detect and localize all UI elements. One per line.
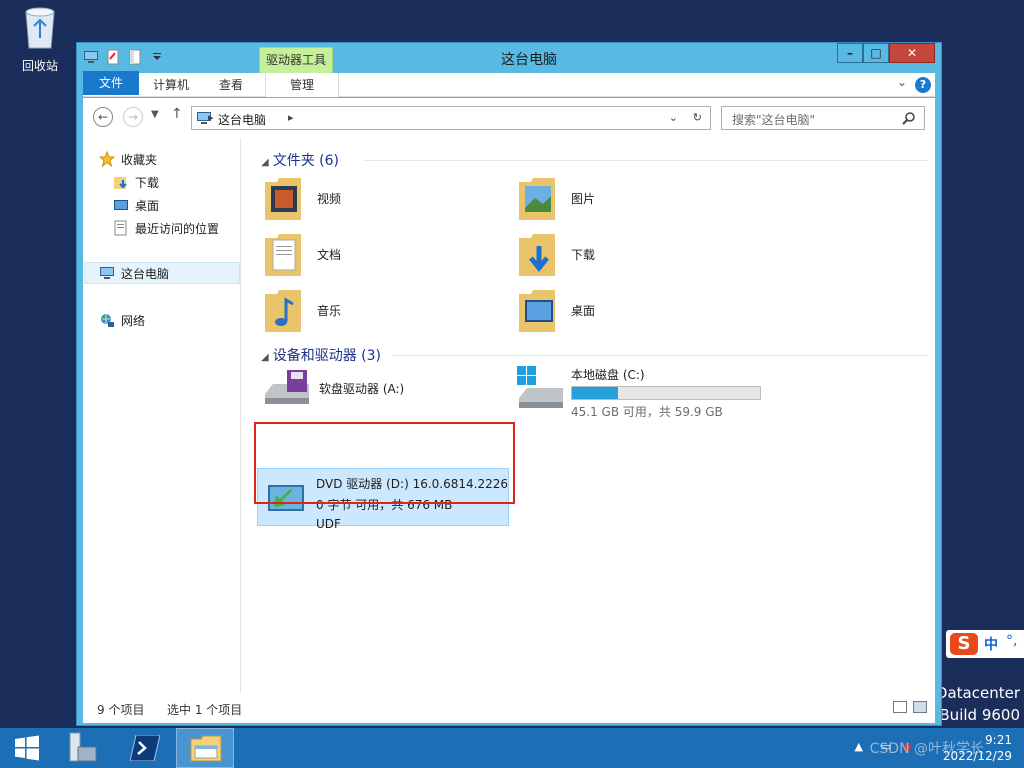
group-header-devices[interactable]: ◢ 设备和驱动器 (3) (261, 345, 381, 365)
folder-videos[interactable]: 视频 (263, 172, 341, 224)
start-button[interactable] (0, 728, 56, 768)
build-text: Build 9600 (939, 706, 1020, 724)
windows-logo-icon (15, 735, 39, 761)
close-button[interactable]: ✕ (889, 43, 935, 63)
breadcrumb-chevron-icon[interactable]: ▸ (208, 111, 214, 124)
floppy-drive-icon (265, 370, 309, 404)
recent-places-icon (114, 220, 127, 236)
explorer-window: 驱动器工具 这台电脑 – □ ✕ 文件 计算机 查看 管理 ⌄ ? ← → ▼ … (76, 42, 942, 726)
taskbar: ▲ ▭ ◉ 9:21 2022/12/29 CSDN @叶秋学长 (0, 728, 1024, 768)
search-placeholder: 搜索"这台电脑" (732, 113, 816, 127)
folder-music[interactable]: 音乐 (263, 284, 341, 336)
taskbar-powershell[interactable] (120, 728, 176, 768)
window-title: 这台电脑 (501, 52, 557, 68)
sidebar-item-this-pc[interactable]: 这台电脑 (84, 262, 240, 284)
disk-usage-fill (572, 387, 619, 399)
downloads-folder-icon (519, 234, 555, 276)
recycle-bin-label: 回收站 (21, 59, 58, 73)
system-info: Datacenter Build 9600 (936, 682, 1020, 726)
recycle-bin[interactable]: 回收站 (12, 6, 68, 74)
csdn-watermark: CSDN @叶秋学长 (869, 741, 984, 757)
videos-folder-icon (265, 178, 301, 220)
downloads-folder-icon (114, 177, 127, 189)
star-icon (99, 151, 115, 167)
large-icons-view-icon[interactable] (913, 701, 927, 713)
ime-toolbar[interactable]: S 中 °, (946, 630, 1024, 658)
address-bar[interactable]: ▸ 这台电脑 ▸ ⌄ ↻ (191, 106, 711, 130)
sidebar-item-desktop[interactable]: 桌面 (113, 194, 159, 216)
documents-folder-icon (265, 234, 301, 276)
expand-ribbon-icon[interactable]: ⌄ (897, 75, 907, 89)
item-count: 9 个项目 (97, 703, 145, 717)
minimize-button[interactable]: – (837, 43, 863, 63)
local-disk-icon (517, 366, 563, 408)
sidebar-item-downloads[interactable]: 下载 (113, 171, 159, 193)
disk-usage-bar (571, 386, 761, 400)
maximize-button[interactable]: □ (863, 43, 889, 63)
content-pane: ◢ 文件夹 (6) 视频 图片 文档 下载 音乐 桌面 ◢ 设备和驱动器 (3)… (243, 138, 935, 693)
status-bar: 9 个项目 选中 1 个项目 (83, 693, 935, 723)
powershell-icon (130, 735, 160, 761)
title-bar[interactable]: 驱动器工具 这台电脑 – □ ✕ (77, 43, 941, 73)
ime-punctuation[interactable]: °, (1006, 633, 1017, 649)
drive-floppy[interactable]: 软盘驱动器 (A:) (263, 368, 404, 408)
search-icon[interactable] (902, 111, 916, 125)
tab-view[interactable]: 查看 (209, 73, 253, 97)
sidebar-item-favorites[interactable]: 收藏夹 (99, 148, 157, 170)
up-button[interactable]: ↑ (171, 106, 183, 122)
navigation-bar: ← → ▼ ↑ ▸ 这台电脑 ▸ ⌄ ↻ 搜索"这台电脑" (83, 98, 935, 138)
tab-file[interactable]: 文件 (83, 71, 139, 95)
recycle-bin-icon (25, 7, 55, 49)
music-folder-icon (265, 290, 301, 332)
search-box[interactable]: 搜索"这台电脑" (721, 106, 925, 130)
address-path[interactable]: 这台电脑 (218, 111, 266, 128)
taskbar-file-explorer[interactable] (176, 728, 234, 768)
group-header-folders[interactable]: ◢ 文件夹 (6) (261, 150, 339, 170)
tab-computer[interactable]: 计算机 (143, 73, 199, 97)
edition-text: Datacenter (935, 684, 1020, 702)
folder-desktop[interactable]: 桌面 (517, 284, 595, 336)
recent-locations-icon[interactable]: ▼ (151, 109, 159, 120)
show-hidden-icons-icon[interactable]: ▲ (855, 740, 863, 753)
breadcrumb-chevron-icon[interactable]: ▸ (288, 111, 294, 124)
folder-downloads[interactable]: 下载 (517, 228, 595, 280)
ime-mode[interactable]: 中 (984, 634, 998, 654)
computer-icon (100, 267, 114, 279)
ribbon-tabs: 文件 计算机 查看 管理 ⌄ ? (83, 71, 935, 97)
tab-manage[interactable]: 管理 (265, 73, 339, 97)
file-explorer-icon (190, 735, 222, 762)
group-divider (363, 160, 928, 161)
desktop-folder-icon (519, 290, 555, 332)
window-controls: – □ ✕ (837, 43, 935, 63)
address-dropdown-icon[interactable]: ⌄ (669, 111, 678, 124)
sidebar-item-network[interactable]: 网络 (99, 309, 145, 331)
forward-button[interactable]: → (123, 107, 143, 127)
refresh-icon[interactable]: ↻ (693, 111, 702, 124)
sogou-icon: S (950, 633, 978, 655)
group-divider (393, 355, 928, 356)
details-view-icon[interactable] (893, 701, 907, 713)
folder-documents[interactable]: 文档 (263, 228, 341, 280)
annotation-highlight-box (254, 422, 515, 504)
server-manager-icon (69, 732, 97, 762)
pictures-folder-icon (519, 178, 555, 220)
navigation-pane: 收藏夹 下载 桌面 最近访问的位置 这台电脑 网络 (83, 138, 241, 693)
folder-pictures[interactable]: 图片 (517, 172, 595, 224)
sidebar-item-recent[interactable]: 最近访问的位置 (113, 217, 219, 239)
taskbar-server-manager[interactable] (60, 728, 116, 768)
desktop-icon (114, 200, 128, 210)
drive-local-c[interactable]: 本地磁盘 (C:) 45.1 GB 可用，共 59.9 GB (517, 366, 761, 420)
view-switcher (893, 701, 927, 713)
help-icon[interactable]: ? (915, 77, 931, 93)
selected-count: 选中 1 个项目 (167, 703, 243, 717)
network-icon (101, 314, 114, 327)
back-button[interactable]: ← (93, 107, 113, 127)
